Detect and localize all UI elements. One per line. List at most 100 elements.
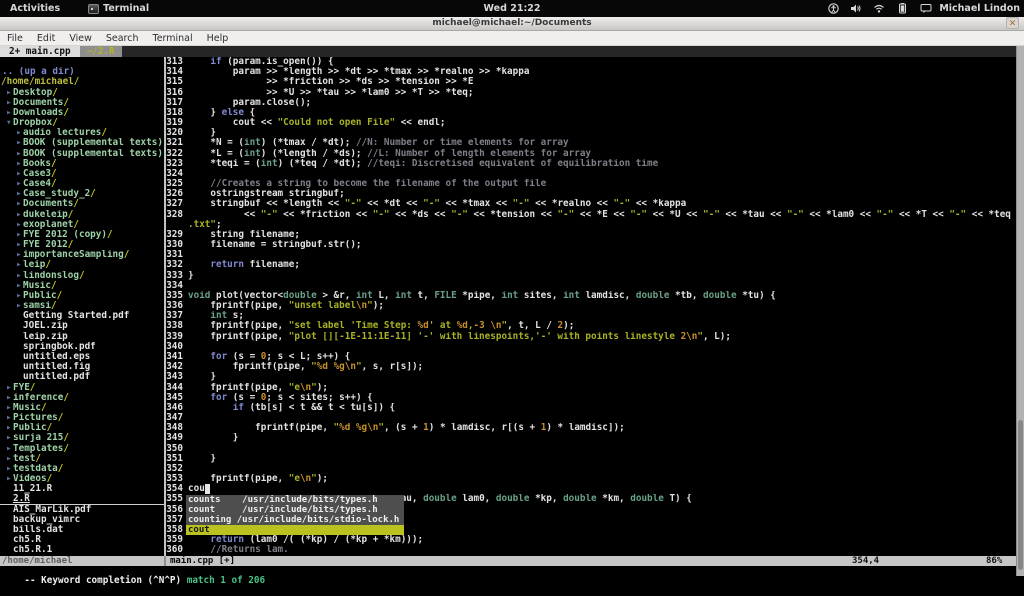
network-icon[interactable]: [873, 3, 885, 14]
tree-item[interactable]: ▸testdata/: [0, 464, 164, 474]
tree-item[interactable]: 11_21.R: [0, 484, 164, 494]
tree-item[interactable]: bills.dat: [0, 525, 164, 535]
tree-item[interactable]: ▸Music/: [0, 403, 164, 413]
tree-item[interactable]: ▸dukeleip/: [0, 210, 164, 220]
tree-item[interactable]: ▸Documents/: [0, 199, 164, 209]
code-line[interactable]: 320 }: [166, 128, 1016, 138]
code-line[interactable]: 351 }: [166, 454, 1016, 464]
chevron-right-icon[interactable]: ▸: [16, 301, 23, 311]
code-line[interactable]: 345 for (s = 0; s < sites; s++) {: [166, 393, 1016, 403]
tree-item[interactable]: ▸importanceSampling/: [0, 250, 164, 260]
completion-item[interactable]: counts /usr/include/bits/types.h: [186, 495, 404, 505]
tab-2r[interactable]: ~/2.R: [79, 46, 122, 57]
code-line[interactable]: 335 void plot(vector<double > &r, int L, …: [166, 291, 1016, 301]
tree-item[interactable]: ▸Videos/: [0, 474, 164, 484]
scrollbar-handle[interactable]: [1018, 420, 1023, 570]
code-line[interactable]: .txt";: [166, 220, 1016, 230]
tree-item[interactable]: ▸leip/: [0, 260, 164, 270]
chevron-right-icon[interactable]: ▸: [6, 108, 13, 118]
chevron-right-icon[interactable]: ▸: [6, 403, 13, 413]
tree-item[interactable]: /home/michael/: [0, 77, 164, 87]
code-line[interactable]: 322 *L = (int) (*length / *ds); //L: Num…: [166, 149, 1016, 159]
code-line[interactable]: 341 for (s = 0; s < L; s++) {: [166, 352, 1016, 362]
chevron-right-icon[interactable]: ▸: [16, 240, 23, 250]
code-line[interactable]: 354 cou: [166, 484, 1016, 495]
code-line[interactable]: 353 fprintf(pipe, "e\n");: [166, 474, 1016, 484]
code-line[interactable]: 337 int s;: [166, 311, 1016, 321]
menu-help[interactable]: Help: [200, 33, 236, 44]
tree-item[interactable]: ▸Downloads/: [0, 108, 164, 118]
menu-terminal[interactable]: Terminal: [146, 33, 200, 44]
tree-item[interactable]: JOEL.zip: [0, 321, 164, 331]
code-line[interactable]: 325 //Creates a string to become the fil…: [166, 179, 1016, 189]
volume-icon[interactable]: [850, 3, 862, 14]
code-line[interactable]: 319 cout << "Could not open File" << end…: [166, 118, 1016, 128]
code-line[interactable]: 359 return (lam0 /( (*kp) / (*kp + *km))…: [166, 535, 1016, 545]
code-line[interactable]: 334: [166, 281, 1016, 291]
code-line[interactable]: 316 >> *U >> *tau >> *lam0 >> *T >> *teq…: [166, 88, 1016, 98]
tree-item[interactable]: .. (up a dir): [0, 67, 164, 77]
user-menu[interactable]: Michael Lindon: [939, 3, 1020, 14]
code-line[interactable]: 314 param >> *length >> *dt >> *tmax >> …: [166, 67, 1016, 77]
tree-item[interactable]: ch5.R: [0, 535, 164, 545]
code-line[interactable]: 342 fprintf(pipe, "%d %g\n", s, r[s]);: [166, 362, 1016, 372]
code-line[interactable]: 324: [166, 169, 1016, 179]
code-line[interactable]: 313 if (param.is_open()) {: [166, 57, 1016, 67]
chevron-right-icon[interactable]: ▸: [16, 260, 23, 270]
code-line[interactable]: 346 if (tb[s] < t && t < tu[s]) {: [166, 403, 1016, 413]
tree-item[interactable]: untitled.eps: [0, 352, 164, 362]
code-line[interactable]: 352: [166, 464, 1016, 474]
code-line[interactable]: 326 ostringstream stringbuf;: [166, 189, 1016, 199]
chevron-right-icon[interactable]: ▸: [6, 423, 13, 433]
tree-item[interactable]: ▸audio lectures/: [0, 128, 164, 138]
chevron-right-icon[interactable]: ▸: [16, 169, 23, 179]
tree-item[interactable]: ▸surja 215/: [0, 433, 164, 443]
code-line[interactable]: 323 *teqi = (int) (*teq / *dt); //teqi: …: [166, 159, 1016, 169]
tree-item[interactable]: ▾Dropbox/: [0, 118, 164, 128]
tree-item[interactable]: ch5.R.1: [0, 545, 164, 555]
tree-item[interactable]: ▸Pictures/: [0, 413, 164, 423]
chevron-right-icon[interactable]: ▸: [6, 393, 13, 403]
code-line[interactable]: 350: [166, 444, 1016, 454]
chevron-right-icon[interactable]: ▸: [16, 189, 23, 199]
code-line[interactable]: 328 << "-" << *friction << "-" << *ds <<…: [166, 210, 1016, 220]
tree-item[interactable]: ▸Public/: [0, 423, 164, 433]
completion-item[interactable]: cout: [186, 525, 404, 536]
tree-item[interactable]: ▸Books/: [0, 159, 164, 169]
code-line[interactable]: 329 string filename;: [166, 230, 1016, 240]
menu-search[interactable]: Search: [99, 33, 146, 44]
chevron-right-icon[interactable]: ▸: [16, 199, 23, 209]
tree-item[interactable]: untitled.pdf: [0, 372, 164, 382]
code-line[interactable]: 331: [166, 250, 1016, 260]
tree-item[interactable]: Getting Started.pdf: [0, 311, 164, 321]
tree-item[interactable]: ▸BOOK (supplemental texts) (/: [0, 149, 164, 159]
tab-main-cpp[interactable]: 2+ main.cpp: [0, 46, 80, 57]
code-line[interactable]: 344 fprintf(pipe, "e\n");: [166, 383, 1016, 393]
tree-item[interactable]: ▸exoplanet/: [0, 220, 164, 230]
tree-item[interactable]: ▸inference/: [0, 393, 164, 403]
completion-item[interactable]: counting /usr/include/bits/stdio-lock.h: [186, 515, 404, 525]
tree-item[interactable]: untitled.fig: [0, 362, 164, 372]
chat-icon[interactable]: [920, 3, 932, 14]
tree-item[interactable]: [0, 57, 164, 67]
code-line[interactable]: 338 fprintf(pipe, "set label 'Time Step:…: [166, 321, 1016, 331]
tree-item[interactable]: ▸samsi/: [0, 301, 164, 311]
chevron-right-icon[interactable]: ▸: [6, 98, 13, 108]
tree-item[interactable]: ▸Music/: [0, 281, 164, 291]
tree-item[interactable]: leip.zip: [0, 332, 164, 342]
code-line[interactable]: 347: [166, 413, 1016, 423]
code-line[interactable]: 321 *N = (int) (*tmax / *dt); //N: Numbe…: [166, 138, 1016, 148]
chevron-right-icon[interactable]: ▸: [6, 413, 13, 423]
tree-item[interactable]: ▸lindonslog/: [0, 271, 164, 281]
chevron-right-icon[interactable]: ▸: [6, 444, 13, 454]
code-line[interactable]: 343 }: [166, 372, 1016, 382]
chevron-right-icon[interactable]: ▸: [6, 433, 13, 443]
code-line[interactable]: 317 param.close();: [166, 98, 1016, 108]
tree-item[interactable]: ▸FYE 2012/: [0, 240, 164, 250]
chevron-right-icon[interactable]: ▸: [6, 474, 13, 484]
chevron-right-icon[interactable]: ▸: [16, 271, 23, 281]
chevron-right-icon[interactable]: ▸: [16, 128, 23, 138]
code-line[interactable]: 318 } else {: [166, 108, 1016, 118]
tree-item[interactable]: ▸test/: [0, 454, 164, 464]
tree-item[interactable]: ▸Case3/: [0, 169, 164, 179]
